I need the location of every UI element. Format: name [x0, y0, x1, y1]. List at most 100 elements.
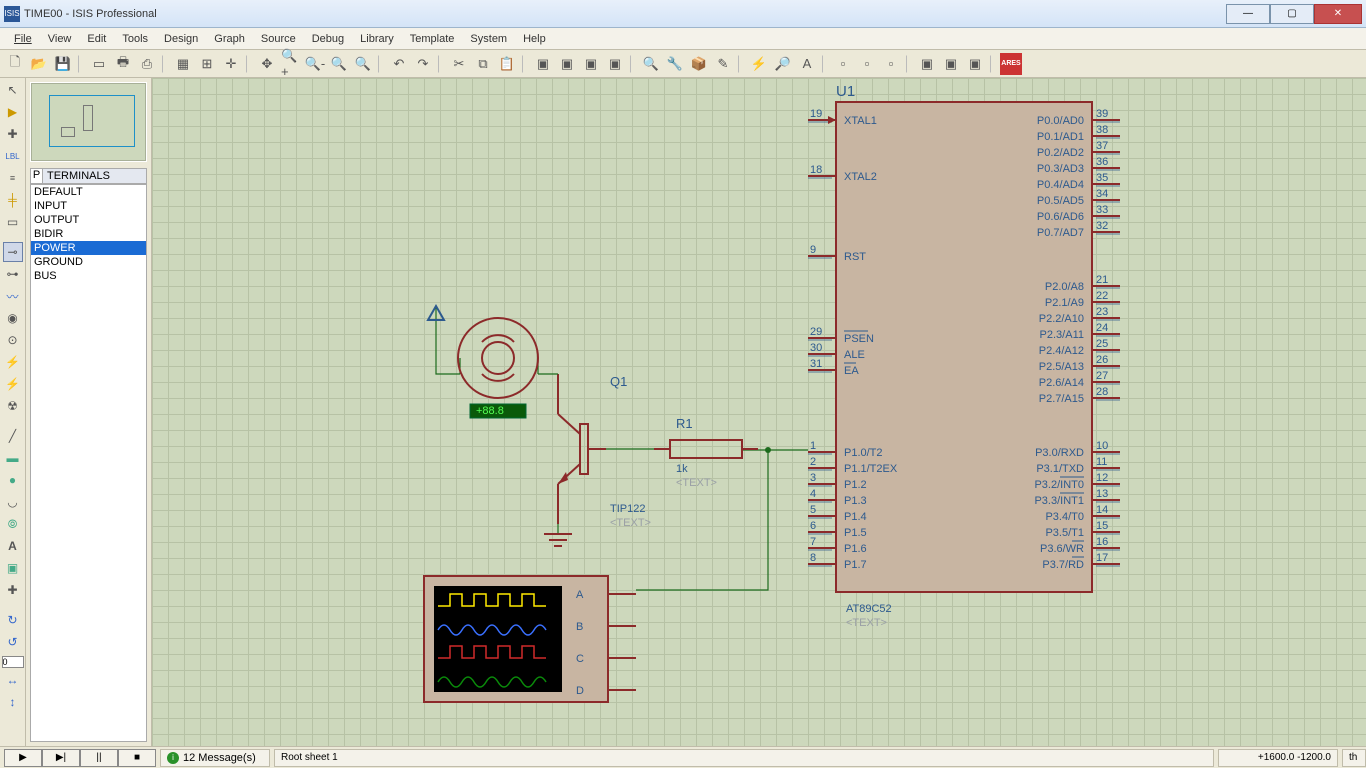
new-icon[interactable]: 🗋	[4, 53, 26, 75]
bus-mode-icon[interactable]: ╪	[3, 190, 23, 210]
svg-text:P1.3: P1.3	[844, 495, 867, 507]
origin-icon[interactable]: ✛	[220, 53, 242, 75]
open-icon[interactable]: 📂	[28, 53, 50, 75]
box-2d-icon[interactable]: ▬	[3, 448, 23, 468]
package-icon[interactable]: 📦	[688, 53, 710, 75]
netlist-icon[interactable]: ▣	[964, 53, 986, 75]
close-button[interactable]: ✕	[1314, 4, 1362, 24]
menu-debug[interactable]: Debug	[304, 30, 352, 48]
instruments-mode-icon[interactable]: ☢	[3, 396, 23, 416]
block-move-icon[interactable]: ▣	[556, 53, 578, 75]
pins-mode-icon[interactable]: ⊶	[3, 264, 23, 284]
step-button[interactable]: ▶|	[42, 749, 80, 767]
save-icon[interactable]: 💾	[52, 53, 74, 75]
copy-icon[interactable]: ⧉	[472, 53, 494, 75]
decompose-icon[interactable]: ✎	[712, 53, 734, 75]
block-rotate-icon[interactable]: ▣	[580, 53, 602, 75]
remove-sheet-icon[interactable]: ▫	[856, 53, 878, 75]
pick-icon[interactable]: 🔍	[640, 53, 662, 75]
list-item[interactable]: POWER	[31, 241, 146, 255]
center-icon[interactable]: ✥	[256, 53, 278, 75]
menu-library[interactable]: Library	[352, 30, 402, 48]
zoom-in-icon[interactable]: 🔍+	[280, 53, 302, 75]
erc-icon[interactable]: ▣	[940, 53, 962, 75]
list-item[interactable]: DEFAULT	[31, 185, 146, 199]
grid-icon[interactable]: ⊞	[196, 53, 218, 75]
make-icon[interactable]: 🔧	[664, 53, 686, 75]
stop-button[interactable]: ■	[118, 749, 156, 767]
zoom-all-icon[interactable]: 🔍	[328, 53, 350, 75]
menu-source[interactable]: Source	[253, 30, 304, 48]
component-mode-icon[interactable]: ▶	[3, 102, 23, 122]
menu-help[interactable]: Help	[515, 30, 554, 48]
line-2d-icon[interactable]: ╱	[3, 426, 23, 446]
play-button[interactable]: ▶	[4, 749, 42, 767]
flip-v-icon[interactable]: ↕	[3, 692, 23, 712]
block-delete-icon[interactable]: ▣	[604, 53, 626, 75]
menu-template[interactable]: Template	[402, 30, 463, 48]
schematic-canvas[interactable]: U1 19XTAL118XTAL29RST29PSEN30ALE31EA1P1.…	[152, 78, 1366, 746]
list-item[interactable]: BIDIR	[31, 227, 146, 241]
subcircuit-mode-icon[interactable]: ▭	[3, 212, 23, 232]
text-2d-icon[interactable]: A	[3, 536, 23, 556]
area-icon[interactable]: ▭	[88, 53, 110, 75]
maximize-button[interactable]: ▢	[1270, 4, 1314, 24]
svg-text:15: 15	[1096, 520, 1108, 532]
messages-cell[interactable]: i12 Message(s)	[160, 749, 270, 767]
flip-h-icon[interactable]: ↔	[3, 670, 23, 690]
r1-ref: R1	[676, 416, 693, 431]
menu-graph[interactable]: Graph	[206, 30, 253, 48]
undo-icon[interactable]: ↶	[388, 53, 410, 75]
menu-edit[interactable]: Edit	[79, 30, 114, 48]
svg-text:P0.6/AD6: P0.6/AD6	[1037, 211, 1084, 223]
minimize-button[interactable]: —	[1226, 4, 1270, 24]
new-sheet-icon[interactable]: ▫	[832, 53, 854, 75]
export-icon[interactable]: ⎙	[136, 53, 158, 75]
menu-file[interactable]: File	[6, 30, 40, 48]
marker-2d-icon[interactable]: ✚	[3, 580, 23, 600]
list-item[interactable]: INPUT	[31, 199, 146, 213]
current-probe-icon[interactable]: ⚡	[3, 374, 23, 394]
property-icon[interactable]: A	[796, 53, 818, 75]
zoom-out-icon[interactable]: 🔍-	[304, 53, 326, 75]
symbol-2d-icon[interactable]: ▣	[3, 558, 23, 578]
wire-auto-icon[interactable]: ⚡	[748, 53, 770, 75]
search-icon[interactable]: 🔎	[772, 53, 794, 75]
tape-mode-icon[interactable]: ◉	[3, 308, 23, 328]
graph-mode-icon[interactable]: 〰	[3, 286, 23, 306]
list-item[interactable]: BUS	[31, 269, 146, 283]
label-mode-icon[interactable]: LBL	[3, 146, 23, 166]
paste-icon[interactable]: 📋	[496, 53, 518, 75]
arc-2d-icon[interactable]: ◡	[3, 492, 23, 512]
terminal-list[interactable]: DEFAULT INPUT OUTPUT BIDIR POWER GROUND …	[30, 184, 147, 742]
select-mode-icon[interactable]: ↖	[3, 80, 23, 100]
print-icon[interactable]: 🖶	[112, 53, 134, 75]
bom-icon[interactable]: ▣	[916, 53, 938, 75]
menu-view[interactable]: View	[40, 30, 80, 48]
rotate-ccw-icon[interactable]: ↺	[3, 632, 23, 652]
overview-window[interactable]	[30, 82, 147, 162]
zoom-area-icon[interactable]: 🔍	[352, 53, 374, 75]
menu-tools[interactable]: Tools	[114, 30, 156, 48]
path-2d-icon[interactable]: ⦾	[3, 514, 23, 534]
pick-device-button[interactable]: P	[31, 169, 43, 183]
goto-sheet-icon[interactable]: ▫	[880, 53, 902, 75]
block-copy-icon[interactable]: ▣	[532, 53, 554, 75]
menu-system[interactable]: System	[462, 30, 515, 48]
circle-2d-icon[interactable]: ●	[3, 470, 23, 490]
rotation-input[interactable]	[2, 656, 24, 668]
list-item[interactable]: OUTPUT	[31, 213, 146, 227]
generator-mode-icon[interactable]: ⊙	[3, 330, 23, 350]
redraw-icon[interactable]: ▦	[172, 53, 194, 75]
voltage-probe-icon[interactable]: ⚡	[3, 352, 23, 372]
rotate-cw-icon[interactable]: ↻	[3, 610, 23, 630]
menu-design[interactable]: Design	[156, 30, 206, 48]
text-mode-icon[interactable]: ≡	[3, 168, 23, 188]
redo-icon[interactable]: ↷	[412, 53, 434, 75]
ares-button[interactable]: ARES	[1000, 53, 1022, 75]
pause-button[interactable]: ||	[80, 749, 118, 767]
terminals-mode-icon[interactable]: ⊸	[3, 242, 23, 262]
junction-mode-icon[interactable]: ✚	[3, 124, 23, 144]
list-item[interactable]: GROUND	[31, 255, 146, 269]
cut-icon[interactable]: ✂	[448, 53, 470, 75]
